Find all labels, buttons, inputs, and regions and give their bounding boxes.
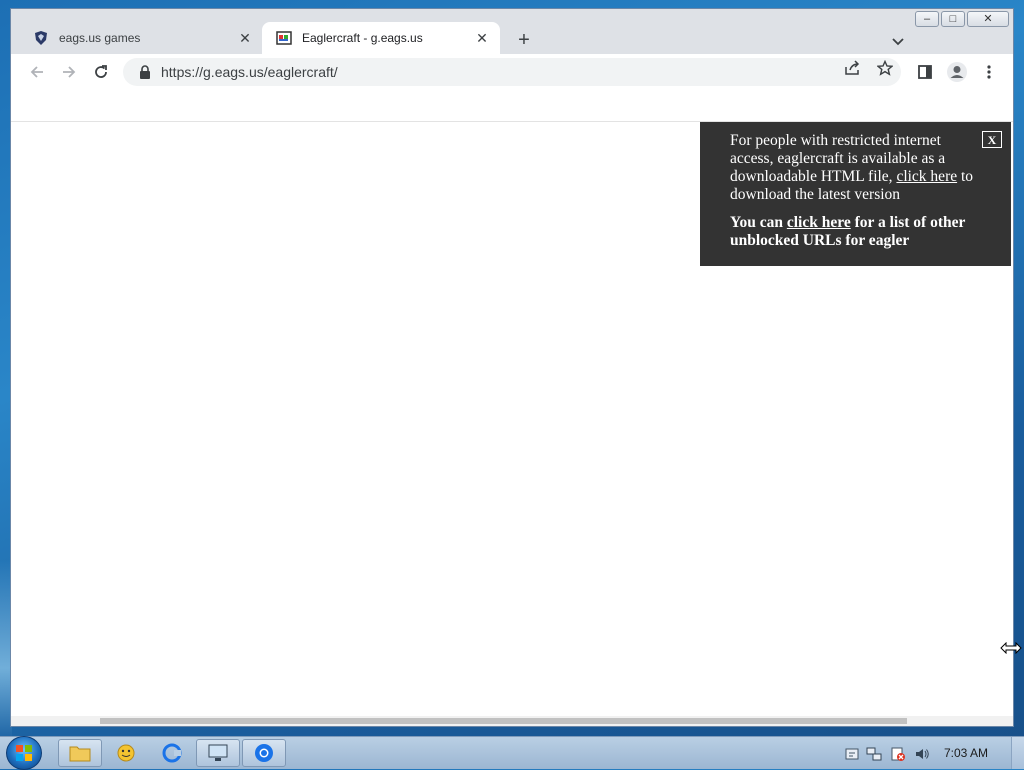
bookmark-star-icon[interactable] — [875, 60, 895, 76]
notice-paragraph-urls: You can click here for a list of other u… — [730, 214, 981, 250]
smiley-app-icon — [117, 744, 135, 762]
notice-close-button[interactable]: X — [982, 131, 1002, 148]
volume-icon[interactable] — [914, 746, 930, 762]
monitor-icon — [208, 744, 228, 761]
page-content: X For people with restricted internet ac… — [11, 90, 1013, 726]
taskbar-app-2[interactable] — [150, 739, 194, 767]
tab-title: Eaglercraft - g.eags.us — [302, 31, 423, 45]
tab-eags-games[interactable]: eags.us games ✕ — [19, 22, 263, 54]
restricted-access-notice: X For people with restricted internet ac… — [700, 122, 1011, 266]
menu-kebab-icon[interactable] — [977, 60, 1001, 84]
security-alert-icon[interactable] — [890, 746, 906, 762]
url-text[interactable]: https://g.eags.us/eaglercraft/ — [161, 64, 338, 80]
tab-close-icon[interactable]: ✕ — [474, 30, 490, 46]
eaglercraft-icon — [276, 30, 292, 46]
toolbar: https://g.eags.us/eaglercraft/ — [11, 54, 1013, 90]
new-tab-button[interactable]: + — [513, 29, 535, 51]
tab-search-chevron-icon[interactable] — [889, 32, 907, 50]
reload-button[interactable] — [89, 60, 113, 84]
back-arrow-icon — [30, 66, 43, 78]
share-icon[interactable] — [843, 60, 863, 76]
eagle-shield-icon — [33, 30, 49, 46]
profile-avatar-icon[interactable] — [945, 60, 969, 84]
notice-text: You can — [730, 214, 787, 231]
unblocked-urls-link[interactable]: click here — [787, 214, 851, 231]
taskbar-chrome[interactable] — [242, 739, 286, 767]
tab-eaglercraft[interactable]: Eaglercraft - g.eags.us ✕ — [262, 22, 500, 54]
side-panel-icon[interactable] — [913, 60, 937, 84]
resize-cursor-icon — [1000, 641, 1022, 655]
download-html-link[interactable]: click here — [896, 168, 957, 185]
notice-paragraph-download: For people with restricted internet acce… — [730, 132, 981, 204]
taskbar-control-panel[interactable] — [196, 739, 240, 767]
reload-icon — [95, 65, 107, 78]
network-icon[interactable] — [866, 746, 882, 762]
show-desktop-button[interactable] — [1011, 737, 1024, 769]
forward-arrow-icon — [63, 66, 76, 78]
tab-strip: eags.us games ✕ Eaglercraft - g.eags.us … — [11, 18, 1013, 54]
tab-close-icon[interactable]: ✕ — [237, 30, 253, 46]
chrome-icon — [255, 744, 273, 762]
tab-title: eags.us games — [59, 31, 141, 45]
action-center-icon[interactable] — [844, 746, 860, 762]
back-button[interactable] — [25, 60, 49, 84]
windows-logo-icon — [16, 745, 32, 761]
system-clock[interactable]: 7:03 AM — [944, 746, 988, 760]
lock-icon[interactable] — [137, 64, 153, 80]
browser-window: – □ ✕ eags.us games ✕ Eaglercraft - g.ea… — [10, 8, 1014, 727]
horizontal-scrollbar[interactable] — [11, 716, 1013, 726]
taskbar-explorer[interactable] — [58, 739, 102, 767]
folder-icon — [69, 746, 91, 762]
taskbar: 7:03 AM — [0, 736, 1024, 770]
scrollbar-thumb[interactable] — [100, 718, 907, 724]
address-bar[interactable]: https://g.eags.us/eaglercraft/ — [123, 58, 901, 86]
taskbar-app-1[interactable] — [104, 739, 148, 767]
forward-button[interactable] — [57, 60, 81, 84]
start-button[interactable] — [6, 736, 42, 770]
browser-c-icon — [162, 743, 182, 763]
